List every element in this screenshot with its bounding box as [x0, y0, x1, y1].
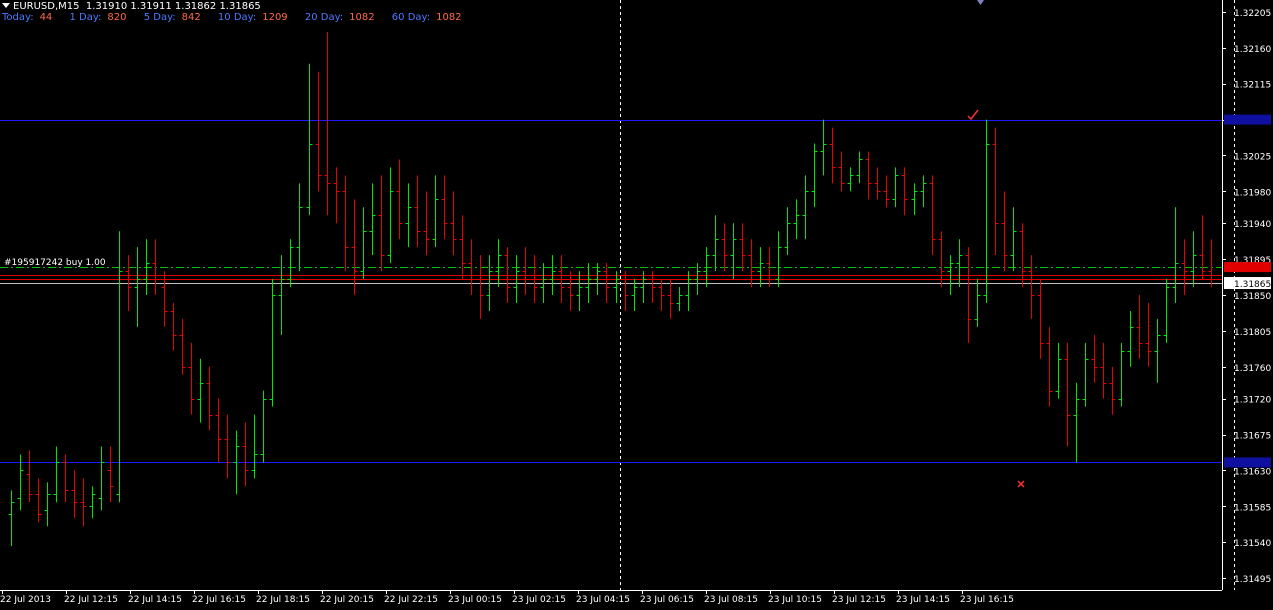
stop-loss-marker-icon	[1017, 480, 1025, 488]
stat-60day-value: 1082	[436, 12, 462, 23]
stat-60day-label: 60 Day:	[391, 12, 431, 23]
price-tick-label: 1.31980	[1234, 188, 1271, 198]
price-tick-label: 1.31850	[1234, 292, 1271, 302]
time-tick-label: 22 Jul 14:15	[128, 595, 182, 605]
stat-5day-label: 5 Day:	[143, 12, 176, 23]
price-tick-label: 1.31760	[1234, 364, 1271, 374]
time-tick-label: 23 Jul 08:15	[704, 595, 758, 605]
scroll-marker-icon	[977, 0, 984, 5]
entry-price-box	[1224, 262, 1271, 273]
price-tick-label: 1.32115	[1234, 81, 1271, 91]
symbol-label: EURUSD,M15	[13, 1, 80, 12]
stat-1day-value: 820	[107, 12, 127, 23]
time-tick-label: 23 Jul 00:15	[448, 595, 502, 605]
time-tick-label: 22 Jul 2013	[0, 595, 51, 605]
time-tick-label: 23 Jul 10:15	[768, 595, 822, 605]
price-tick-label: 1.31675	[1234, 432, 1271, 442]
stat-20day-value: 1082	[349, 12, 375, 23]
time-tick-label: 22 Jul 20:15	[320, 595, 374, 605]
resistance-price-box	[1224, 114, 1271, 125]
order-label: #195917242 buy 1.00	[4, 258, 106, 268]
price-tick-label: 1.31940	[1234, 220, 1271, 230]
price-tick-label: 1.32025	[1234, 152, 1271, 162]
price-tick-label: 1.31720	[1234, 396, 1271, 406]
price-tick-label: 1.31585	[1234, 503, 1271, 513]
ohlc-readout: 1.31910 1.31911 1.31862 1.31865	[85, 1, 261, 12]
price-tick-label: 1.31805	[1234, 328, 1271, 338]
stat-1day-label: 1 Day:	[69, 12, 102, 23]
take-profit-marker-icon	[967, 109, 979, 121]
time-tick-label: 22 Jul 18:15	[256, 595, 310, 605]
price-tick-label: 1.31495	[1234, 575, 1271, 585]
stat-20day-label: 20 Day:	[304, 12, 344, 23]
stat-5day-value: 842	[181, 12, 201, 23]
time-tick-label: 22 Jul 12:15	[64, 595, 118, 605]
support-price-box	[1224, 457, 1271, 468]
price-tick-label: 1.31630	[1234, 467, 1271, 477]
time-tick-label: 23 Jul 02:15	[512, 595, 566, 605]
price-tick-label: 1.31540	[1234, 539, 1271, 549]
time-tick-label: 23 Jul 06:15	[640, 595, 694, 605]
time-tick-label: 23 Jul 04:15	[576, 595, 630, 605]
time-tick-label: 23 Jul 16:15	[960, 595, 1014, 605]
stat-10day-value: 1209	[262, 12, 288, 23]
time-tick-label: 22 Jul 22:15	[384, 595, 438, 605]
price-tick-label: 1.32205	[1234, 9, 1271, 19]
current-price-label: 1.31865	[1234, 280, 1271, 290]
collapse-triangle-icon[interactable]	[2, 3, 10, 8]
stat-today-label: Today:	[2, 12, 34, 23]
price-tick-label: 1.32160	[1234, 45, 1271, 55]
stat-today-value: 44	[39, 12, 53, 23]
range-stats: Today: 44 1 Day: 820 5 Day: 842 10 Day: 1209…	[2, 12, 476, 24]
time-tick-label: 22 Jul 16:15	[192, 595, 246, 605]
stat-10day-label: 10 Day:	[217, 12, 257, 23]
time-tick-label: 23 Jul 12:15	[832, 595, 886, 605]
time-tick-label: 23 Jul 14:15	[896, 595, 950, 605]
chart-window[interactable]: 1.322051.321601.321151.320701.320251.319…	[0, 0, 1273, 606]
price-chart[interactable]: 1.322051.321601.321151.320701.320251.319…	[0, 0, 1273, 606]
